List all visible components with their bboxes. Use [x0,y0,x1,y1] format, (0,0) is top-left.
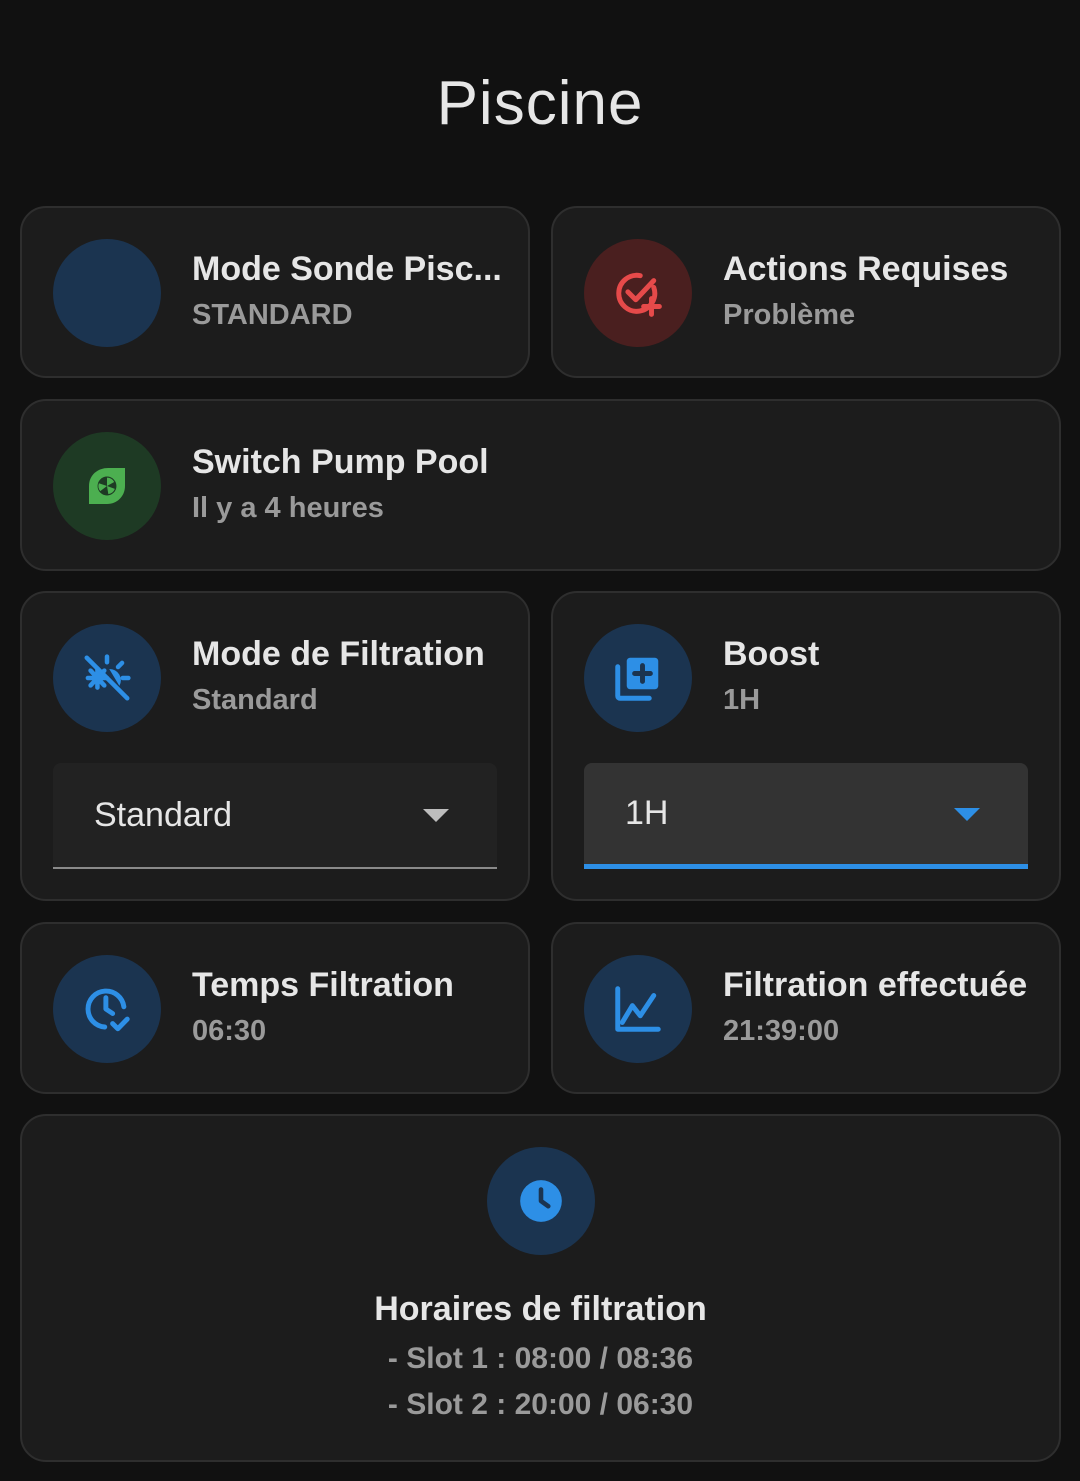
tile-state: 1H [723,684,761,716]
tile-state: Il y a 4 heures [192,492,384,524]
chart-line-icon [584,955,692,1063]
chevron-down-icon [954,807,980,821]
tile-state: 06:30 [192,1015,267,1047]
clock-check-icon [53,955,161,1063]
tile-name: Temps Filtration [192,966,454,1004]
tile-name: Switch Pump Pool [192,443,489,481]
tile-actions-requises[interactable]: Actions Requises Problème [551,206,1061,378]
tile-boost[interactable]: Boost 1H 1H [551,591,1061,901]
tile-state: 21:39:00 [723,1015,840,1047]
select-value: Standard [94,795,232,834]
tile-name: Mode de Filtration [192,635,485,673]
filtration-mode-select[interactable]: Standard [53,763,497,869]
pump-icon [53,432,161,540]
tile-switch-pump-pool[interactable]: Switch Pump Pool Il y a 4 heures [20,399,1061,571]
plus-box-multiple-icon [584,624,692,732]
tile-name: Actions Requises [723,250,1009,288]
schedule-slot-2: - Slot 2 : 20:00 / 06:30 [387,1388,694,1421]
tile-mode-filtration[interactable]: Mode de Filtration Standard Standard [20,591,530,901]
tile-filtration-effectuee[interactable]: Filtration effectuée 21:39:00 [551,922,1061,1094]
check-plus-icon [584,239,692,347]
tile-state: Problème [723,299,856,331]
sun-snowflake-icon [53,624,161,732]
tile-state: Standard [192,684,318,716]
schedule-title: Horaires de filtration [374,1290,707,1328]
tile-mode-sonde[interactable]: Mode Sonde Pisc... STANDARD [20,206,530,378]
tile-name: Mode Sonde Pisc... [192,250,502,288]
clock-icon [487,1147,595,1255]
chevron-down-icon [423,809,449,822]
tile-name: Boost [723,635,820,673]
tile-horaires-filtration[interactable]: Horaires de filtration - Slot 1 : 08:00 … [20,1114,1061,1462]
page-title: Piscine [436,69,644,138]
schedule-slot-1: - Slot 1 : 08:00 / 08:36 [387,1342,694,1375]
blank-circle-icon [53,239,161,347]
select-value: 1H [625,794,669,832]
tile-name: Filtration effectuée [723,966,1028,1004]
tile-state: STANDARD [192,299,353,331]
tile-temps-filtration[interactable]: Temps Filtration 06:30 [20,922,530,1094]
boost-select[interactable]: 1H [584,763,1028,869]
